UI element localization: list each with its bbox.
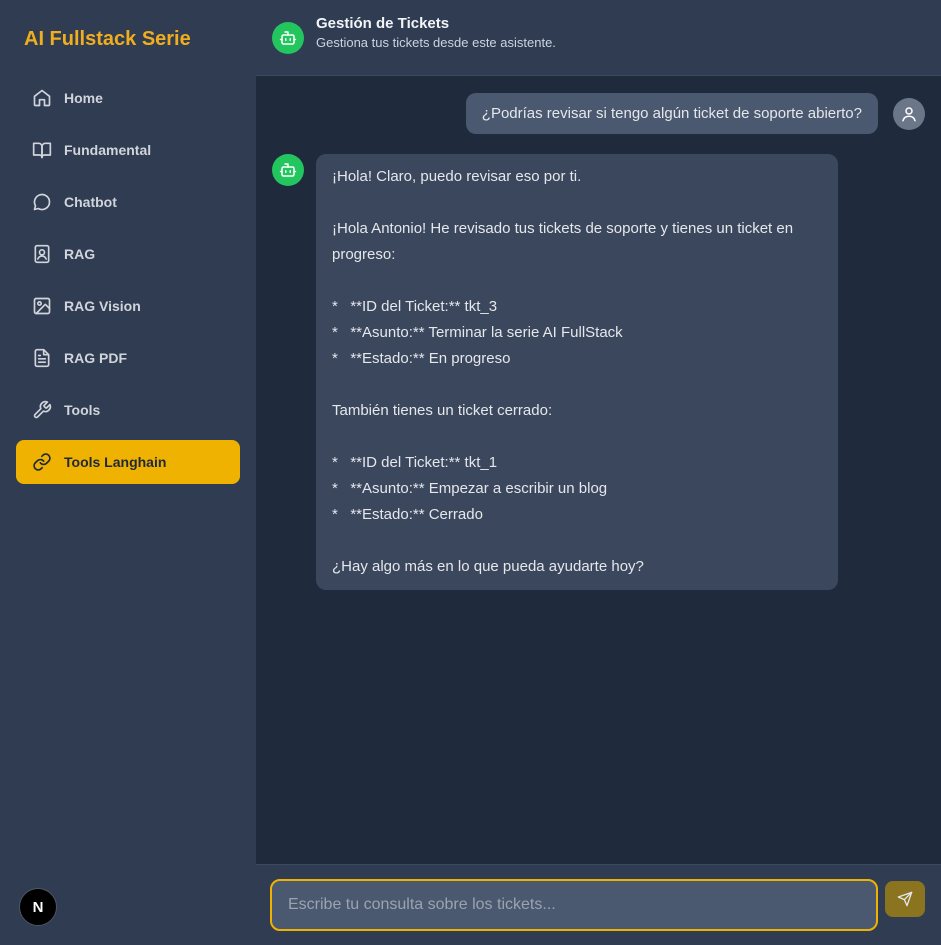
contact-book-icon [34,244,50,264]
sidebar-item-label: Fundamental [64,142,152,158]
sidebar-item-label: Tools [64,402,101,418]
chat-area[interactable]: ¿Podrías revisar si tengo algún ticket d… [256,76,941,864]
user-icon [902,106,916,121]
main-panel: Gestión de Tickets Gestiona tus tickets … [256,0,941,945]
sidebar-item-rag-vision[interactable]: RAG Vision [16,284,240,328]
ticket-query-input[interactable] [270,879,878,931]
image-icon [33,297,51,315]
bot-icon [279,30,297,45]
bot-message-row: ¡Hola! Claro, puedo revisar eso por ti. … [272,154,838,590]
sidebar-nav: Home Fundamental Chatbot RAG RAG Vision … [16,76,240,492]
home-icon [33,89,51,107]
sidebar-item-label: Tools Langhain [64,454,167,470]
sidebar-item-label: Home [64,90,103,106]
sidebar-item-label: RAG Vision [64,298,141,314]
brand-title: AI Fullstack Serie [24,28,191,50]
nextjs-badge[interactable]: N [19,888,57,926]
user-avatar [893,97,925,130]
header-text: Gestión de Tickets Gestiona tus tickets … [316,15,556,50]
sidebar-item-label: RAG PDF [64,350,127,366]
sidebar-item-tools-langhain[interactable]: Tools Langhain [16,440,240,484]
page-subtitle: Gestiona tus tickets desde este asistent… [316,35,556,50]
chat-header: Gestión de Tickets Gestiona tus tickets … [256,0,941,76]
sidebar-item-fundamental[interactable]: Fundamental [16,128,240,172]
send-icon [897,891,913,907]
sidebar-item-tools[interactable]: Tools [16,388,240,432]
link-icon [33,453,51,471]
composer [256,864,941,945]
user-message: ¿Podrías revisar si tengo algún ticket d… [465,93,878,134]
sidebar: AI Fullstack Serie Home Fundamental Chat… [0,0,256,945]
bot-message: ¡Hola! Claro, puedo revisar eso por ti. … [316,154,838,590]
header-bot-avatar [272,21,304,54]
send-button[interactable] [885,881,925,917]
bot-message-text: ¡Hola! Claro, puedo revisar eso por ti. … [332,168,794,575]
document-icon [34,348,50,368]
sidebar-item-home[interactable]: Home [16,76,240,120]
wrench-icon [33,400,52,419]
page-title: Gestión de Tickets [316,15,450,32]
sidebar-item-label: RAG [64,246,96,262]
book-icon [32,142,52,159]
sidebar-item-rag[interactable]: RAG [16,232,240,276]
user-message-row: ¿Podrías revisar si tengo algún ticket d… [465,93,925,134]
sidebar-item-rag-pdf[interactable]: RAG PDF [16,336,240,380]
bot-icon [279,163,297,177]
bot-avatar [272,154,304,186]
sidebar-item-chatbot[interactable]: Chatbot [16,180,240,224]
sidebar-item-label: Chatbot [64,194,117,210]
chat-bubble-icon [33,193,51,211]
